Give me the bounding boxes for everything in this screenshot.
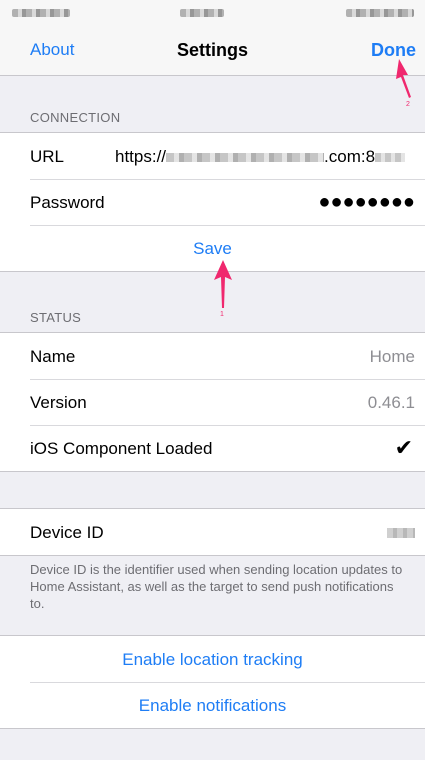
- password-row[interactable]: Password ●●●●●●●●: [0, 179, 425, 225]
- url-field[interactable]: https:// .com:8: [115, 147, 406, 167]
- connection-group: URL https:// .com:8 Password ●●●●●●●● Sav…: [0, 132, 425, 272]
- actions-group: Enable location tracking Enable notifica…: [0, 635, 425, 729]
- device-id-label: Device ID: [30, 523, 104, 542]
- notifications-row[interactable]: Enable notifications: [0, 682, 425, 728]
- navigation-bar: About Settings Done: [0, 26, 425, 76]
- name-value: Home: [369, 347, 415, 366]
- enable-location-tracking-button[interactable]: Enable location tracking: [0, 650, 425, 670]
- url-port-redacted: [375, 153, 406, 163]
- annotation-label-2: 2: [406, 101, 410, 108]
- enable-notifications-button[interactable]: Enable notifications: [0, 696, 425, 716]
- save-button[interactable]: Save: [0, 239, 425, 259]
- name-label: Name: [30, 347, 76, 366]
- clock: [180, 9, 224, 17]
- version-row: Version 0.46.1: [0, 379, 425, 425]
- status-group: Name Home Version 0.46.1 iOS Component L…: [0, 332, 425, 472]
- checkmark-icon: ✔: [394, 435, 413, 460]
- annotation-arrow-2: 2: [396, 59, 411, 108]
- carrier-indicator: [12, 9, 70, 17]
- name-row: Name Home: [0, 333, 425, 379]
- url-suffix: .com:8: [324, 147, 376, 166]
- password-label: Password: [30, 193, 105, 212]
- page-title: Settings: [176, 40, 248, 60]
- status-bar: [0, 0, 425, 26]
- url-label: URL: [30, 147, 65, 166]
- annotation-label-1: 1: [220, 311, 224, 318]
- device-group: Device ID: [0, 508, 425, 556]
- connection-section-header: CONNECTION: [30, 110, 121, 125]
- device-id-description: Device ID is the identifier used when se…: [30, 562, 403, 611]
- password-field[interactable]: ●●●●●●●●: [318, 191, 415, 214]
- url-prefix: https://: [115, 147, 167, 166]
- ios-component-row: iOS Component Loaded ✔: [0, 425, 425, 471]
- battery-indicator: [346, 9, 414, 17]
- location-row[interactable]: Enable location tracking: [0, 636, 425, 682]
- ios-component-label: iOS Component Loaded: [30, 439, 213, 458]
- version-label: Version: [30, 393, 87, 412]
- status-section-header: STATUS: [30, 310, 82, 325]
- version-value: 0.46.1: [367, 393, 415, 412]
- url-redacted: [166, 153, 325, 163]
- url-row[interactable]: URL https:// .com:8: [0, 133, 425, 179]
- device-id-value-redacted: [387, 528, 415, 538]
- device-id-row: Device ID: [0, 509, 425, 555]
- annotation-arrow-1: 1: [214, 260, 232, 318]
